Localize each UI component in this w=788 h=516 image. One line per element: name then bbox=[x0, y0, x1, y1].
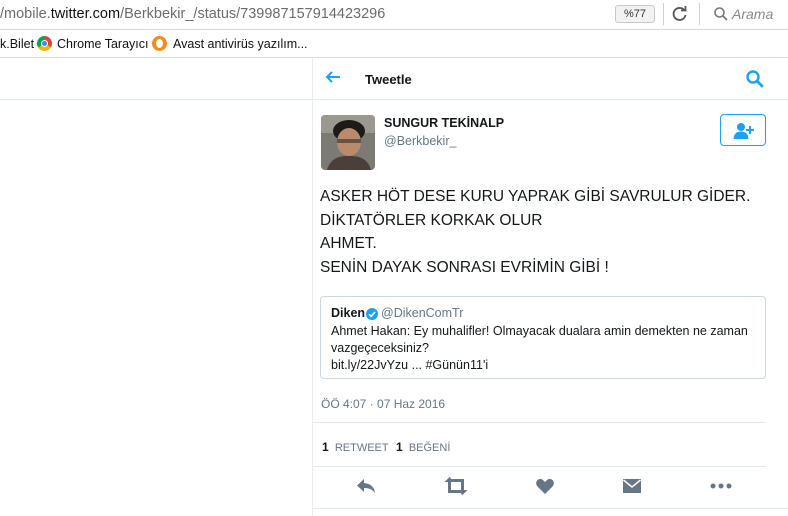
search-icon bbox=[713, 6, 729, 27]
reload-icon[interactable] bbox=[670, 4, 690, 24]
bookmark-bilet[interactable]: k.Bilet bbox=[0, 37, 34, 51]
like-count-link[interactable]: 1 BEĞENİ bbox=[396, 440, 450, 454]
url-host: twitter.com bbox=[50, 6, 121, 22]
divider bbox=[313, 422, 766, 423]
browser-search-box[interactable]: Arama bbox=[707, 1, 788, 27]
quoted-author-name: Diken bbox=[331, 306, 366, 320]
quoted-link[interactable]: bit.ly/22JvYzu ... #Günün11'i bbox=[331, 357, 761, 374]
column-border bbox=[312, 58, 313, 516]
retweet-label: RETWEET bbox=[334, 442, 389, 454]
back-arrow-icon[interactable] bbox=[325, 69, 343, 90]
bookmark-chrome[interactable]: Chrome Tarayıcı bbox=[57, 37, 148, 51]
url-path: /Berkbekir_/status/739987157914423296 bbox=[120, 6, 386, 22]
quoted-tweet-text: Ahmet Hakan: Ey muhalifler! Olmayacak du… bbox=[331, 323, 761, 374]
like-heart-icon[interactable] bbox=[535, 476, 555, 501]
reply-icon[interactable] bbox=[355, 476, 377, 501]
author-handle[interactable]: @Berkbekir_ bbox=[384, 134, 456, 148]
quoted-tweet[interactable]: Diken @DikenComTr Ahmet Hakan: Ey muhali… bbox=[320, 296, 766, 379]
divider bbox=[313, 466, 766, 467]
tweet-timestamp[interactable]: ÖÖ 4:07 · 07 Haz 2016 bbox=[321, 397, 445, 411]
tweet-line: SENİN DAYAK SONRASI EVRİMİN GİBİ ! bbox=[320, 258, 609, 276]
direct-message-icon[interactable] bbox=[622, 476, 642, 501]
toolbar-separator bbox=[663, 3, 664, 25]
toolbar-separator bbox=[699, 3, 700, 25]
follow-button[interactable] bbox=[720, 114, 766, 146]
tweet-text: ASKER HÖT DESE KURU YAPRAK GİBİ SAVRULUR… bbox=[320, 185, 750, 279]
author-name[interactable]: SUNGUR TEKİNALP bbox=[384, 116, 504, 130]
quoted-line: vazgeçeceksiniz? bbox=[331, 341, 429, 355]
bookmarks-bar: k.Bilet Chrome Tarayıcı Avast antivirüs … bbox=[0, 30, 788, 58]
quoted-line: Ahmet Hakan: Ey muhalifler! Olmayacak du… bbox=[331, 324, 748, 338]
tweet-line: ASKER HÖT DESE KURU YAPRAK GİBİ SAVRULUR… bbox=[320, 188, 751, 205]
search-placeholder: Arama bbox=[732, 6, 774, 22]
search-icon[interactable] bbox=[745, 69, 765, 94]
quoted-author-handle: @DikenComTr bbox=[381, 306, 464, 320]
like-count: 1 bbox=[396, 440, 403, 454]
divider bbox=[313, 508, 788, 509]
zoom-indicator[interactable]: %77 bbox=[615, 5, 655, 23]
tweet-actions bbox=[313, 473, 788, 501]
retweet-count: 1 bbox=[322, 440, 329, 454]
retweet-icon[interactable] bbox=[443, 476, 469, 501]
left-divider bbox=[0, 99, 312, 100]
avatar[interactable] bbox=[321, 115, 375, 170]
engagement-counts: 1 RETWEET 1 BEĞENİ bbox=[322, 440, 450, 454]
avast-icon bbox=[152, 36, 167, 51]
url-prefix: /mobile. bbox=[0, 6, 51, 22]
add-user-icon bbox=[733, 123, 754, 139]
bookmark-avast[interactable]: Avast antivirüs yazılım... bbox=[173, 37, 308, 51]
like-label: BEĞENİ bbox=[408, 442, 451, 454]
tweet-line: AHMET. bbox=[320, 235, 377, 252]
more-options-icon[interactable] bbox=[709, 476, 733, 501]
address-text[interactable]: /mobile.twitter.com/Berkbekir_/status/73… bbox=[0, 6, 385, 22]
browser-url-bar[interactable]: /mobile.twitter.com/Berkbekir_/status/73… bbox=[0, 0, 788, 30]
tweet-line: DİKTATÖRLER KORKAK OLUR bbox=[320, 211, 543, 229]
twitter-header: Tweetle bbox=[313, 58, 788, 100]
retweet-count-link[interactable]: 1 RETWEET bbox=[322, 440, 389, 454]
page-title: Tweetle bbox=[365, 72, 412, 87]
chrome-icon bbox=[37, 36, 52, 51]
